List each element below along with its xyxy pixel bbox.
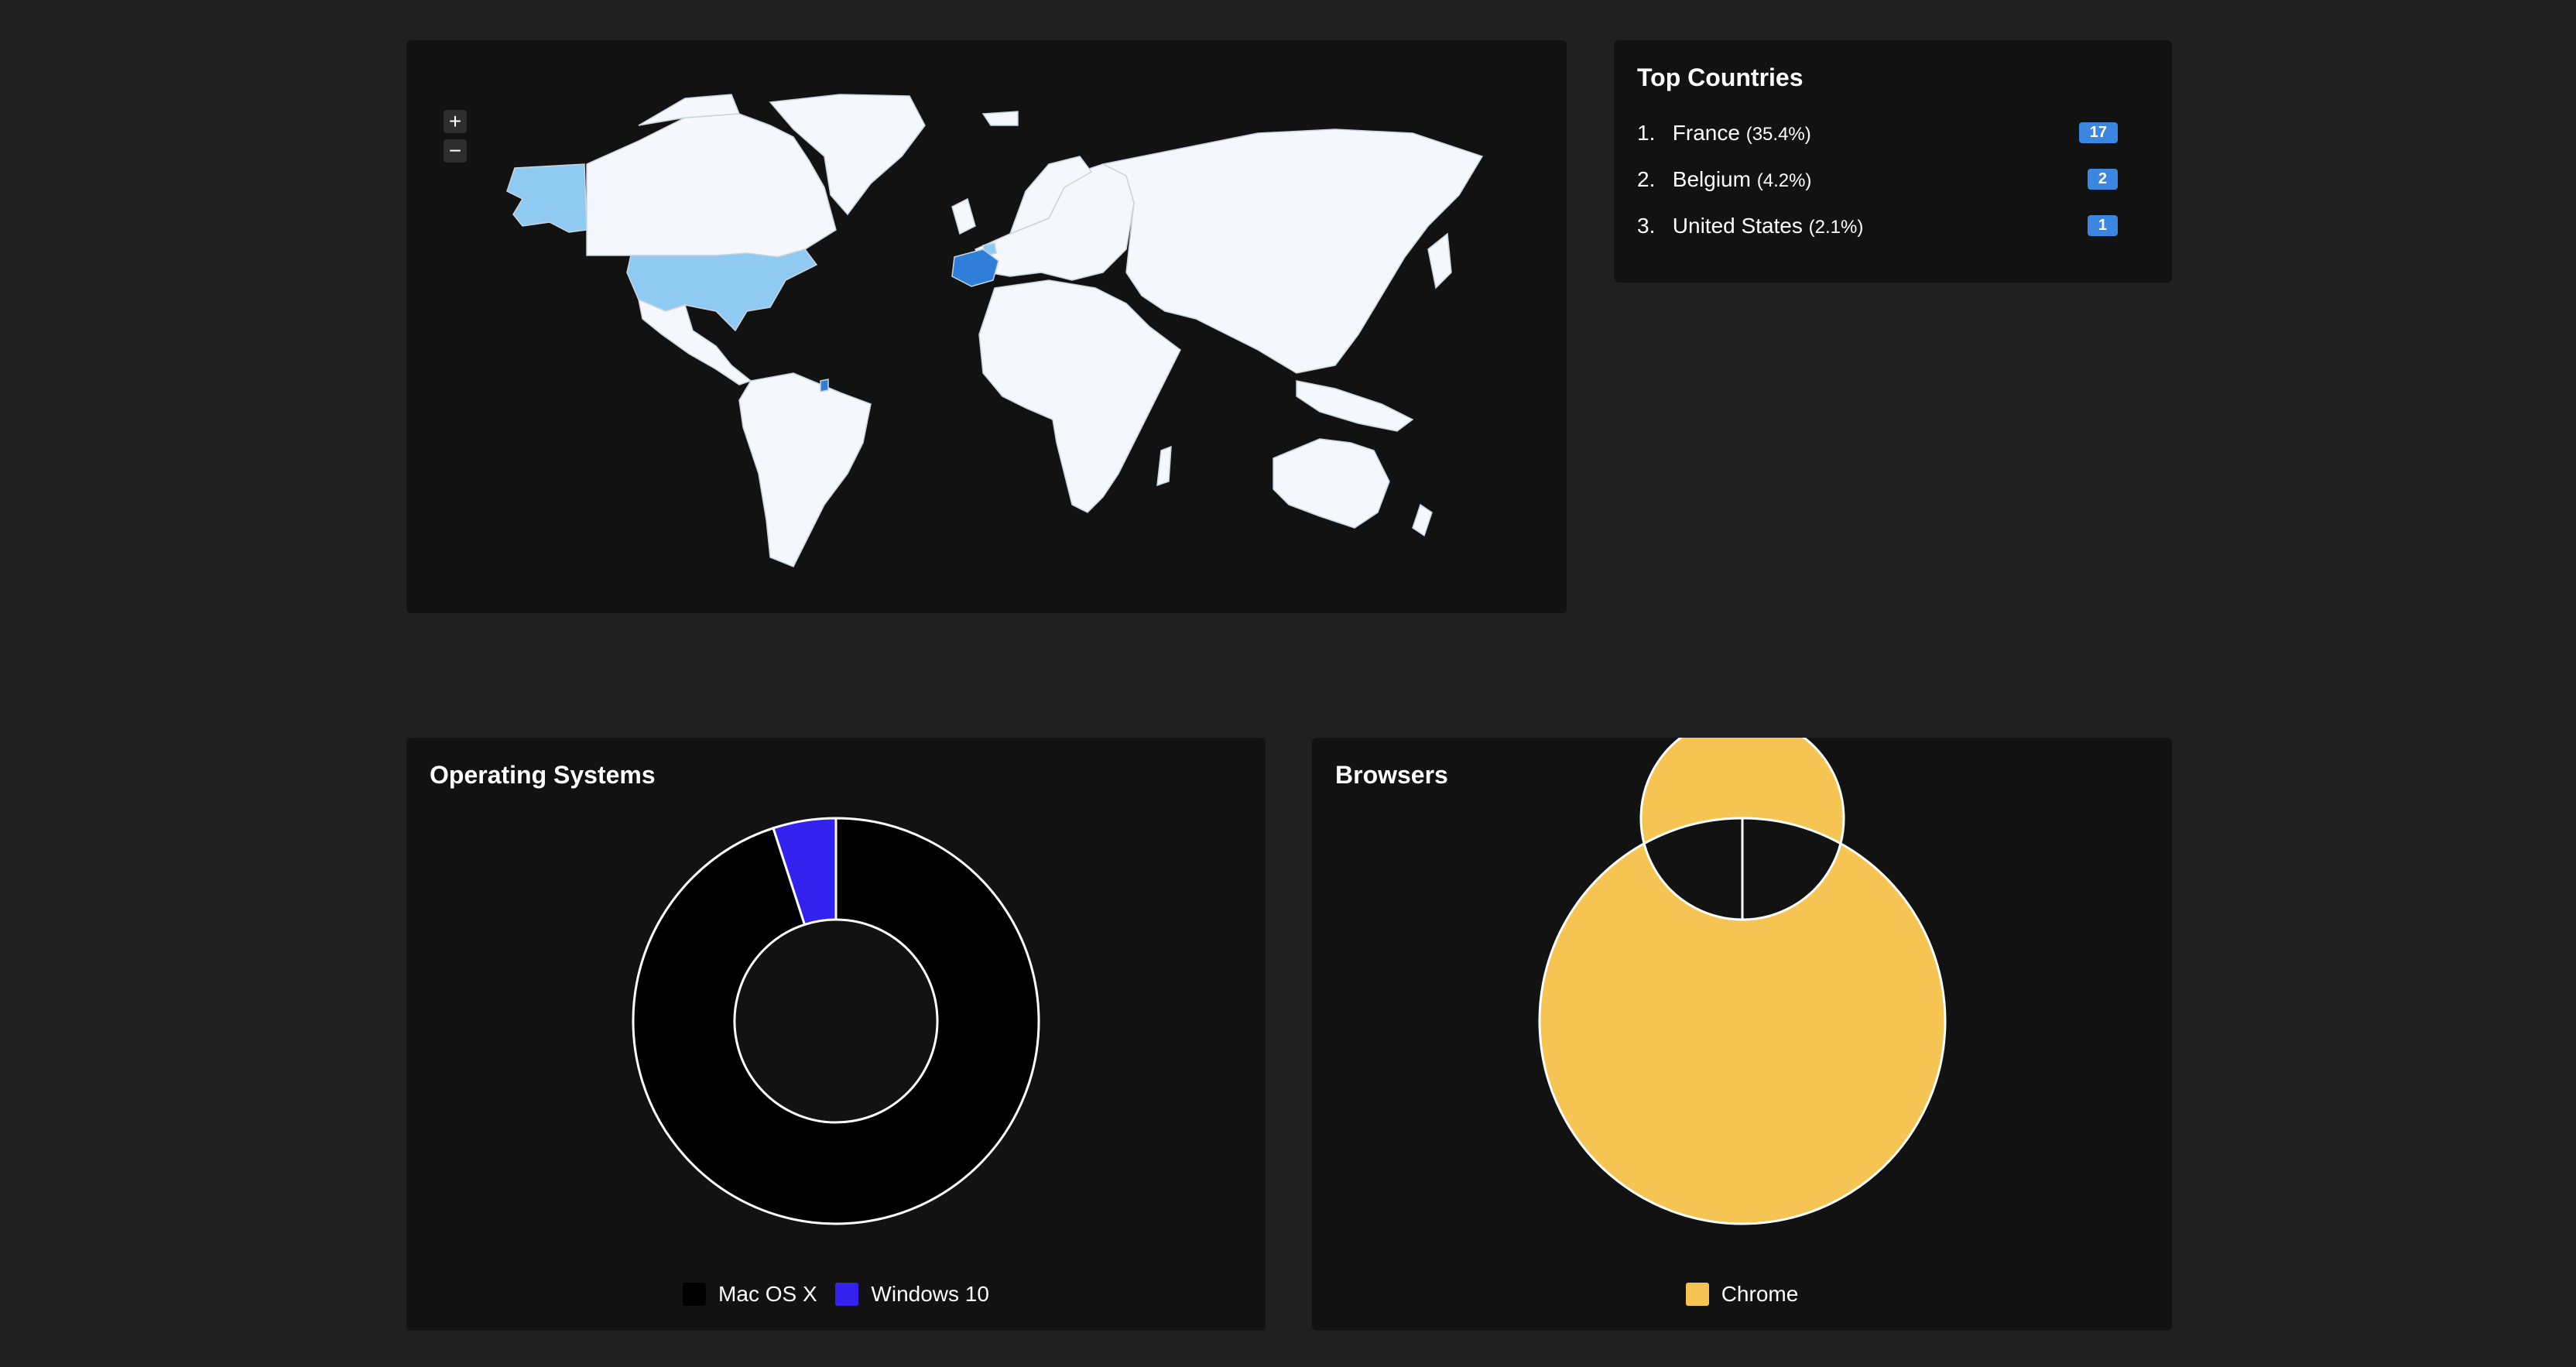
browsers-card: Browsers Chrome	[1312, 738, 2172, 1331]
country-count-badge: 2	[2087, 169, 2118, 190]
legend-label: Mac OS X	[718, 1282, 817, 1306]
map-country-french-guiana	[820, 379, 829, 392]
donut-slice-chrome[interactable]	[1538, 738, 1947, 1225]
country-count-badge: 1	[2087, 215, 2118, 236]
map-south-america	[738, 372, 872, 567]
map-country-japan	[1427, 232, 1452, 290]
country-percent: (35.4%)	[1745, 124, 1811, 145]
map-land	[506, 94, 1484, 567]
operating-systems-legend: Mac OS X Windows 10	[406, 1282, 1266, 1307]
country-rank: 3.	[1637, 214, 1656, 238]
country-row[interactable]: 2. Belgium (4.2%) 2	[1637, 167, 2118, 214]
top-countries-card: Top Countries 1. France (35.4%) 17 2. Be…	[1614, 40, 2172, 283]
map-country-canada	[586, 113, 837, 258]
legend-item-mac-os-x[interactable]: Mac OS X	[683, 1282, 817, 1307]
legend-label: Chrome	[1721, 1282, 1799, 1306]
map-country-alaska	[506, 163, 587, 233]
legend-label: Windows 10	[871, 1282, 989, 1306]
legend-swatch	[1685, 1283, 1709, 1306]
operating-systems-donut-chart	[632, 817, 1040, 1225]
map-country-new-zealand	[1412, 503, 1433, 537]
zoom-in-button[interactable]: +	[444, 110, 467, 133]
world-map[interactable]	[406, 40, 1567, 613]
map-country-australia	[1273, 438, 1390, 529]
country-name: United States	[1672, 214, 1803, 238]
country-count-badge: 17	[2078, 122, 2118, 143]
country-percent: (2.1%)	[1808, 217, 1864, 238]
country-rank: 1.	[1637, 121, 1656, 145]
map-africa	[978, 279, 1181, 513]
map-country-madagascar	[1156, 445, 1172, 487]
legend-item-windows-10[interactable]: Windows 10	[835, 1282, 989, 1307]
legend-swatch	[683, 1283, 707, 1306]
operating-systems-card: Operating Systems Mac OS X Windows 10	[406, 738, 1266, 1331]
country-name: Belgium	[1672, 167, 1751, 191]
country-row[interactable]: 3. United States (2.1%) 1	[1637, 214, 2118, 260]
country-percent: (4.2%)	[1756, 170, 1812, 191]
country-row[interactable]: 1. France (35.4%) 17	[1637, 121, 2118, 167]
top-countries-list: 1. France (35.4%) 17 2. Belgium (4.2%) 2…	[1637, 121, 2118, 260]
legend-item-chrome[interactable]: Chrome	[1685, 1282, 1799, 1307]
map-country-uk	[951, 197, 976, 235]
world-map-card: + −	[406, 40, 1567, 613]
map-southeast-asia	[1296, 380, 1414, 432]
map-country-iceland	[981, 111, 1019, 126]
browsers-donut-chart	[1538, 738, 1947, 1225]
zoom-out-button[interactable]: −	[444, 139, 467, 163]
country-name: France	[1672, 121, 1740, 145]
top-countries-title: Top Countries	[1637, 63, 1804, 91]
country-rank: 2.	[1637, 167, 1656, 191]
browsers-legend: Chrome	[1312, 1282, 2172, 1307]
legend-swatch	[835, 1283, 859, 1306]
